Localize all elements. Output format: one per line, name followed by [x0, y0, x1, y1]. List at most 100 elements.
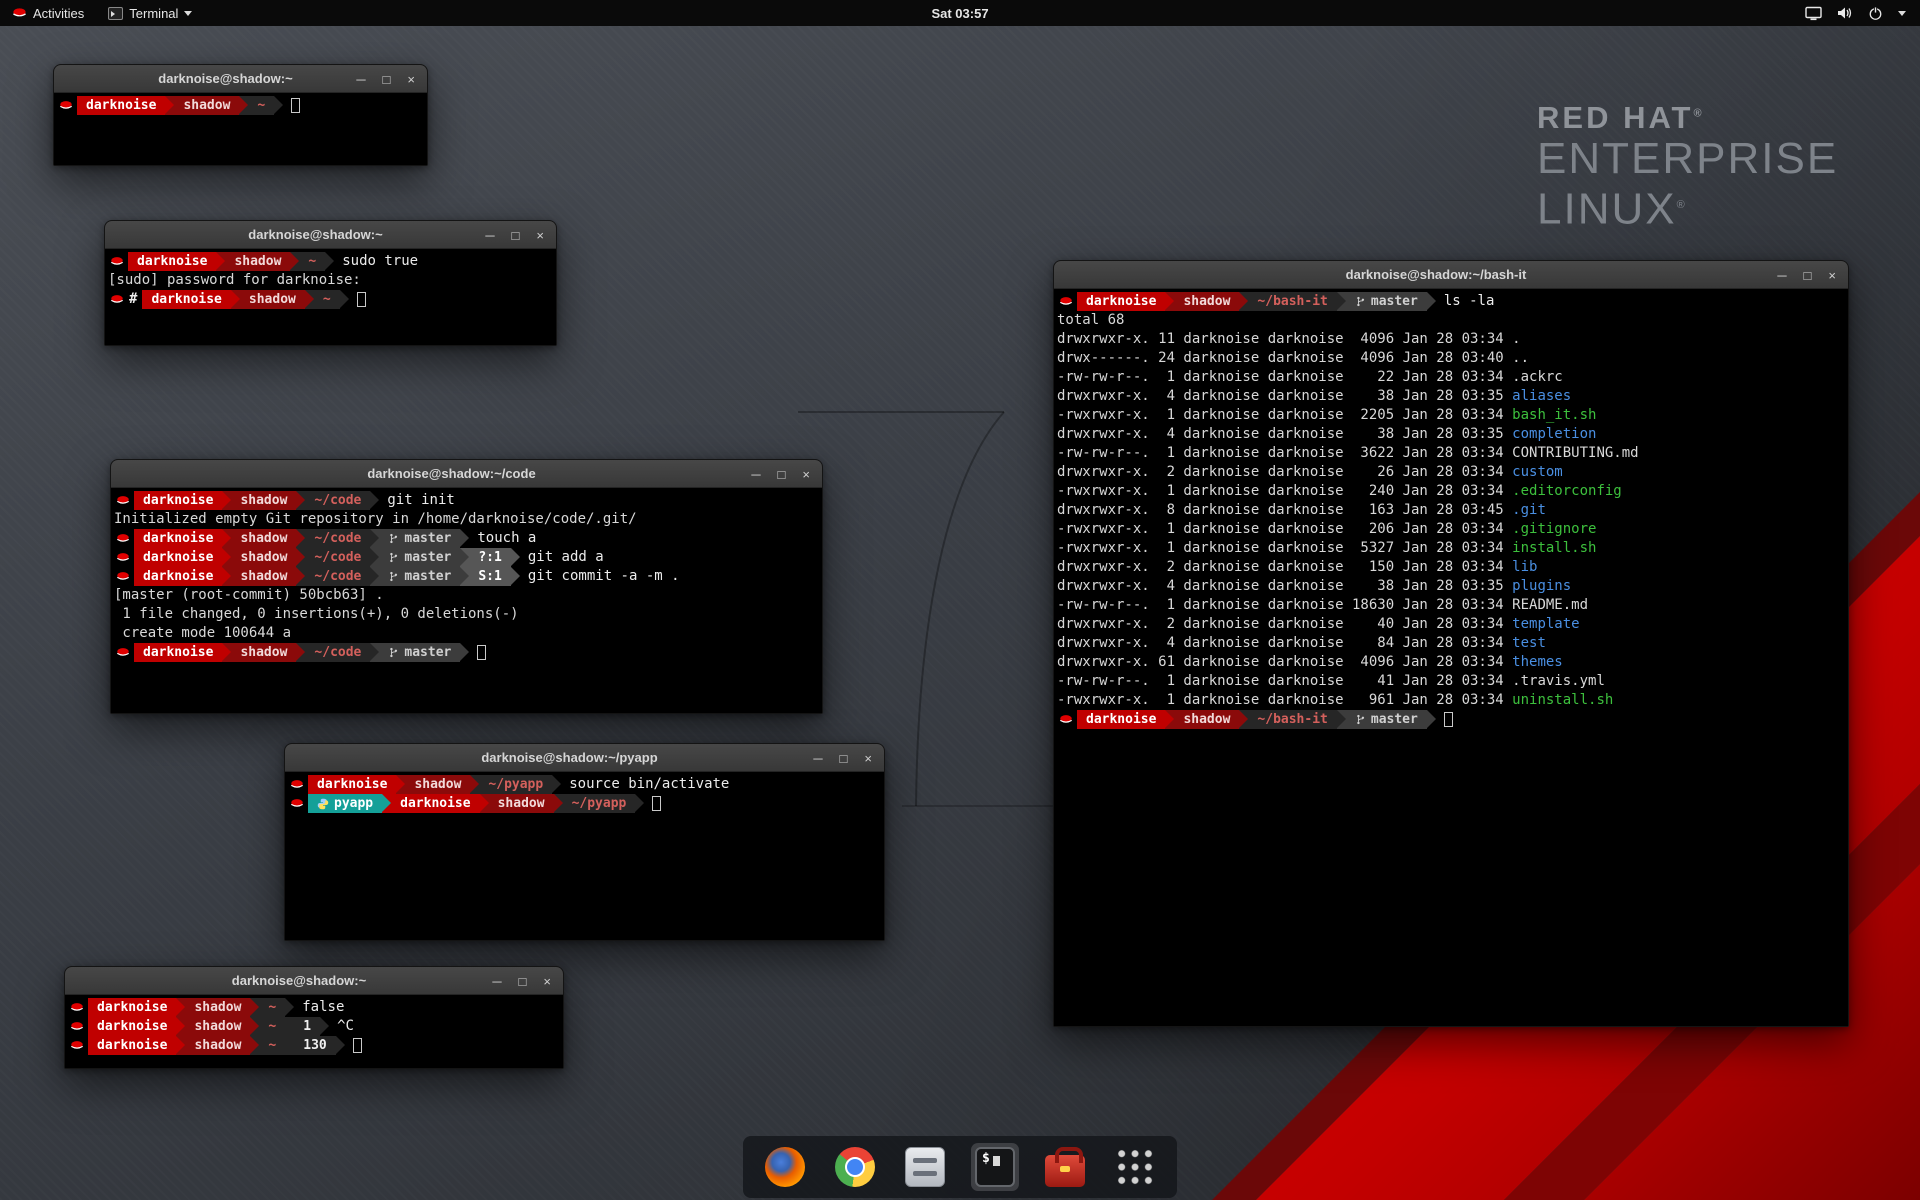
terminal-app-icon — [108, 7, 123, 20]
dock-item-toolbox[interactable] — [1041, 1143, 1089, 1191]
titlebar[interactable]: darknoise@shadow:~/bash-it─□× — [1054, 261, 1848, 289]
dock-item-appgrid[interactable] — [1111, 1143, 1159, 1191]
terminal-window-code[interactable]: darknoise@shadow:~/code ─ □ × darknoiseshado… — [110, 459, 823, 714]
titlebar[interactable]: darknoise@shadow:~─□× — [65, 967, 563, 995]
terminal-window-sudo[interactable]: darknoise@shadow:~─□×darknoiseshadow~sud… — [104, 220, 557, 346]
prompt-segment-path: ~/code — [305, 491, 370, 510]
terminal-window-pyapp[interactable]: darknoise@shadow:~/pyapp─□×darknoiseshad… — [284, 743, 885, 941]
redhat-prompt-icon — [114, 491, 134, 510]
window-controls: ─ □ × — [1777, 261, 1836, 289]
dock-item-firefox[interactable] — [761, 1143, 809, 1191]
terminal-content[interactable]: darknoiseshadow~ — [54, 93, 427, 165]
close-button[interactable]: × — [1828, 269, 1836, 282]
redhat-icon — [12, 7, 27, 19]
terminal-content[interactable]: darknoiseshadow~sudo true[sudo] password… — [105, 249, 556, 345]
prompt-segment-path: ~/code — [305, 643, 370, 662]
power-icon[interactable] — [1868, 6, 1883, 21]
prompt-line: darknoiseshadow~/codemasterS:1git commit… — [114, 567, 822, 586]
powerline-arrow-icon — [370, 548, 379, 567]
minimize-button[interactable]: ─ — [485, 229, 494, 242]
files-dock-icon — [905, 1147, 945, 1187]
root-hash: # — [128, 290, 142, 309]
maximize-button[interactable]: □ — [383, 73, 391, 86]
terminal-window-bash-it[interactable]: darknoise@shadow:~/bash-it─□×darknoisesh… — [1053, 260, 1849, 1027]
output-line: [sudo] password for darknoise: — [108, 271, 556, 290]
close-button[interactable]: × — [864, 752, 872, 765]
minimize-button[interactable]: ─ — [751, 468, 760, 481]
dock-item-chrome[interactable] — [831, 1143, 879, 1191]
ls-filename: plugins — [1512, 578, 1571, 594]
prompt-line: darknoiseshadow~/bash-itmasterls -la — [1057, 292, 1848, 311]
system-menu-chevron-icon[interactable] — [1898, 11, 1906, 16]
titlebar[interactable]: darknoise@shadow:~/pyapp─□× — [285, 744, 884, 772]
window-title: darknoise@shadow:~/code — [171, 460, 732, 488]
minimize-button[interactable]: ─ — [813, 752, 822, 765]
titlebar[interactable]: darknoise@shadow:~─□× — [105, 221, 556, 249]
powerline-arrow-icon — [222, 548, 231, 567]
minimize-button[interactable]: ─ — [492, 975, 501, 988]
command-text: false — [294, 998, 344, 1017]
powerline-arrow-icon — [511, 548, 520, 567]
ls-line: -rw-rw-r--. 1 darknoise darknoise 41 Jan… — [1057, 672, 1848, 691]
app-menu-terminal[interactable]: Terminal — [96, 0, 204, 26]
firefox-dock-icon — [765, 1147, 805, 1187]
window-controls: ─ □ × — [813, 744, 872, 772]
ls-filename: .ackrc — [1512, 369, 1563, 385]
redhat-prompt-icon — [68, 1017, 88, 1036]
powerline-arrow-icon — [1239, 292, 1248, 311]
maximize-button[interactable]: □ — [519, 975, 527, 988]
prompt-line: darknoiseshadow~1^C — [68, 1017, 563, 1036]
powerline-arrow-icon — [231, 290, 240, 309]
prompt-segment-host: shadow — [185, 998, 250, 1017]
maximize-button[interactable]: □ — [778, 468, 786, 481]
ls-filename: install.sh — [1512, 540, 1596, 556]
prompt-segment-path: ~/code — [305, 567, 370, 586]
prompt-segment-host: shadow — [1174, 292, 1239, 311]
powerline-arrow-icon — [285, 998, 294, 1017]
prompt-segment-user: darknoise — [88, 1036, 176, 1055]
close-button[interactable]: × — [407, 73, 415, 86]
prompt-segment-user: darknoise — [134, 548, 222, 567]
close-button[interactable]: × — [802, 468, 810, 481]
powerline-arrow-icon — [1239, 710, 1248, 729]
powerline-arrow-icon — [336, 1036, 345, 1055]
close-button[interactable]: × — [543, 975, 551, 988]
branch-icon — [1355, 295, 1366, 308]
branch-icon — [388, 551, 399, 564]
maximize-button[interactable]: □ — [840, 752, 848, 765]
terminal-window-home-1[interactable]: darknoise@shadow:~─□×darknoiseshadow~ — [53, 64, 428, 166]
minimize-button[interactable]: ─ — [1777, 269, 1786, 282]
dock-item-terminal[interactable] — [971, 1143, 1019, 1191]
display-icon[interactable] — [1805, 6, 1822, 21]
terminal-content[interactable]: darknoiseshadow~/pyappsource bin/activat… — [285, 772, 884, 940]
close-button[interactable]: × — [536, 229, 544, 242]
app-menu-label: Terminal — [129, 6, 178, 21]
redhat-prompt-icon — [114, 529, 134, 548]
activities-label: Activities — [33, 6, 84, 21]
ls-filename: uninstall.sh — [1512, 692, 1613, 708]
ls-line: drwxrwxr-x. 4 darknoise darknoise 84 Jan… — [1057, 634, 1848, 653]
terminal-content[interactable]: darknoiseshadow~/codegit initInitialized… — [111, 488, 822, 713]
powerline-arrow-icon — [1337, 292, 1346, 311]
activities-button[interactable]: Activities — [0, 0, 96, 26]
powerline-arrow-icon — [296, 548, 305, 567]
dock-item-files[interactable] — [901, 1143, 949, 1191]
prompt-segment-user: darknoise — [77, 96, 165, 115]
titlebar[interactable]: darknoise@shadow:~/code ─ □ × — [111, 460, 822, 488]
window-controls: ─ □ × — [485, 221, 544, 249]
prompt-segment-path: ~ — [259, 1017, 285, 1036]
volume-icon[interactable] — [1837, 6, 1853, 20]
python-icon — [317, 798, 329, 810]
maximize-button[interactable]: □ — [512, 229, 520, 242]
chevron-down-icon — [184, 11, 192, 16]
minimize-button[interactable]: ─ — [356, 73, 365, 86]
maximize-button[interactable]: □ — [1804, 269, 1812, 282]
branch-icon — [388, 532, 399, 545]
terminal-window-home-2[interactable]: darknoise@shadow:~─□×darknoiseshadow~fal… — [64, 966, 564, 1069]
terminal-content[interactable]: darknoiseshadow~/bash-itmasterls -latota… — [1054, 289, 1848, 1026]
clock[interactable]: Sat 03:57 — [0, 6, 1920, 21]
titlebar[interactable]: darknoise@shadow:~─□× — [54, 65, 427, 93]
powerline-arrow-icon — [285, 1017, 294, 1036]
window-controls: ─ □ × — [492, 967, 551, 995]
terminal-content[interactable]: darknoise shadow ~ falsedarknoiseshadow~1^C… — [65, 995, 563, 1068]
